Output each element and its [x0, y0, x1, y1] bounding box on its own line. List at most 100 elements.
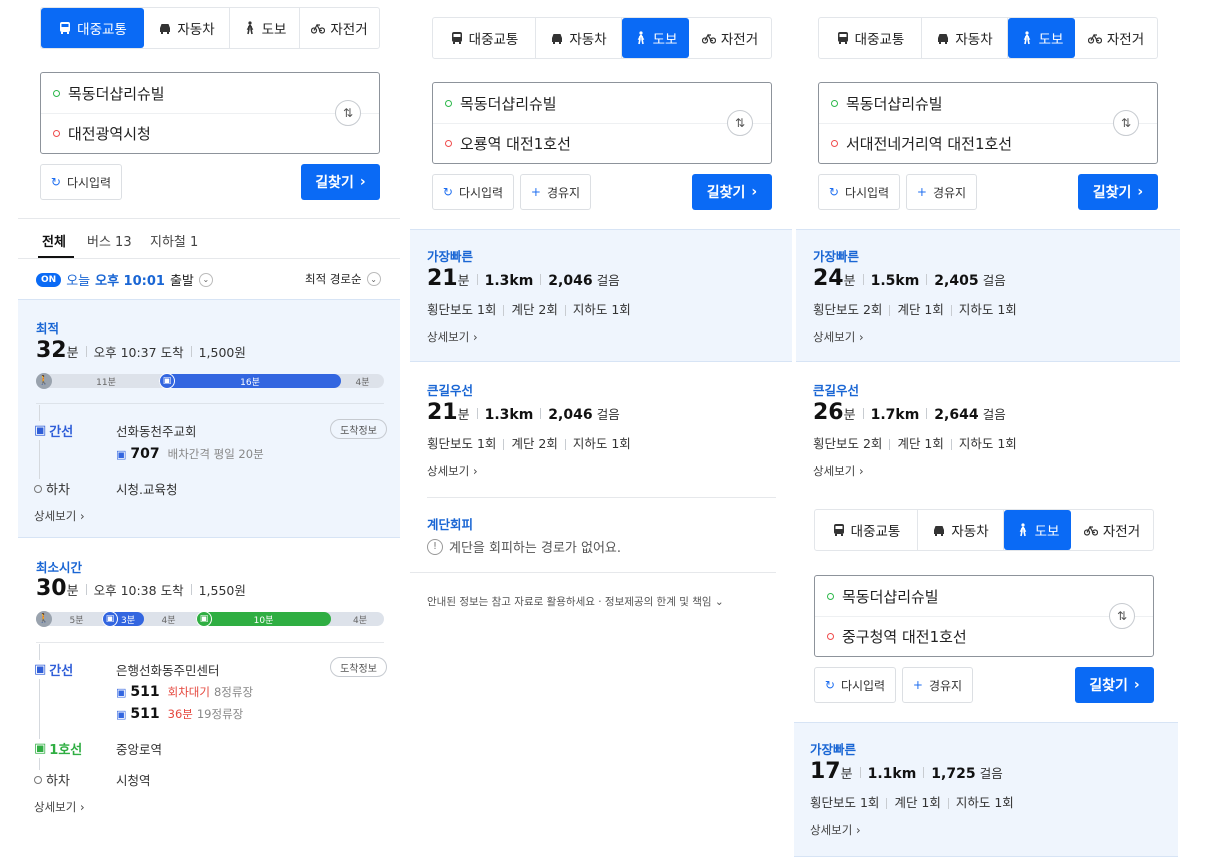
subway-stop: 중앙로역 — [116, 742, 163, 757]
reset-button[interactable]: ↻ 다시입력 — [814, 667, 896, 703]
details-link[interactable]: 상세보기 › — [810, 822, 861, 838]
on-badge: ON — [36, 272, 62, 287]
arrival-info-button[interactable]: 도착정보 — [330, 419, 387, 439]
bus-number-row[interactable]: ▣ 707 배차간격 평일 20분 — [116, 446, 264, 462]
sort-selector[interactable]: 최적 경로순 ⌄ — [305, 271, 381, 287]
tab-transit[interactable]: 대중교통 — [41, 8, 144, 48]
walk-icon: 🚶 — [36, 373, 52, 389]
origin-field[interactable]: 목동더샵리슈빌 — [819, 83, 1157, 123]
add-waypoint-button[interactable]: + 경유지 — [902, 667, 973, 703]
swap-icon[interactable]: ⇅ — [335, 100, 361, 126]
arrival-info-button[interactable]: 도착정보 — [330, 657, 387, 677]
route-label: 큰길우선 — [813, 383, 860, 398]
steps: 2,046 — [548, 407, 593, 423]
tab-walk-label: 도보 — [1034, 524, 1060, 540]
alight-label: 하차 — [34, 770, 70, 789]
details-link[interactable]: 상세보기 › — [813, 329, 864, 345]
tab-transit[interactable]: 대중교통 — [433, 18, 536, 58]
alight-label: 하차 — [34, 479, 70, 498]
bus-icon — [837, 32, 848, 44]
search-route-button[interactable]: 길찾기 › — [1078, 174, 1158, 210]
destination-field[interactable]: 대전광역시청 — [41, 113, 379, 153]
swap-icon[interactable]: ⇅ — [1109, 603, 1135, 629]
tab-walk-label: 도보 — [261, 22, 287, 38]
tab-transit-label: 대중교통 — [850, 524, 901, 540]
tab-walk[interactable]: 도보 — [622, 18, 689, 58]
plus-icon: + — [912, 678, 923, 692]
bus-number-row[interactable]: ▣ 511 36분 19정류장 — [116, 706, 243, 722]
bus-icon — [60, 22, 71, 34]
details-link[interactable]: 상세보기 › — [34, 508, 85, 524]
tab-car[interactable]: 자동차 — [536, 18, 622, 58]
tab-transit[interactable]: 대중교통 — [815, 510, 918, 550]
tab-walk[interactable]: 도보 — [1008, 18, 1075, 58]
details-link[interactable]: 상세보기 › — [427, 329, 478, 345]
tab-car[interactable]: 자동차 — [918, 510, 1004, 550]
segment-bus: 16분 — [159, 374, 341, 388]
boarding-stop: 은행선화동주민센터 — [116, 663, 220, 678]
tab-walk[interactable]: 도보 — [1004, 510, 1071, 550]
destination-field[interactable]: 오룡역 대전1호선 — [433, 123, 771, 163]
route-label: 가장빠른 — [427, 249, 474, 264]
route-summary: 17 분 1.1km 1,725 걸음 — [810, 759, 1003, 784]
search-route-button[interactable]: 길찾기 › — [692, 174, 772, 210]
origin-field[interactable]: 목동더샵리슈빌 — [433, 83, 771, 123]
alight-stop: 시청역 — [116, 773, 151, 788]
distance: 1.7km — [870, 407, 920, 423]
tab-transit-label: 대중교통 — [854, 32, 905, 48]
search-route-button[interactable]: 길찾기 › — [301, 164, 380, 200]
reset-button[interactable]: ↻ 다시입력 — [432, 174, 514, 210]
tab-car[interactable]: 자동차 — [922, 18, 1008, 58]
origin-dot-icon — [827, 592, 834, 600]
details-link[interactable]: 상세보기 › — [813, 463, 864, 479]
swap-icon[interactable]: ⇅ — [1113, 110, 1139, 136]
destination-text: 오룡역 대전1호선 — [460, 135, 571, 153]
tab-bike[interactable]: 자전거 — [689, 18, 771, 58]
walk-icon — [1019, 523, 1026, 537]
mode-tabs: 대중교통 자동차 도보 자전거 — [432, 17, 772, 59]
details-link[interactable]: 상세보기 › — [34, 799, 85, 815]
alight-circle-icon — [34, 484, 42, 493]
minute-unit: 분 — [843, 408, 856, 423]
bus-icon: ▣ — [34, 423, 47, 438]
walk-icon — [637, 31, 644, 45]
tab-bike[interactable]: 자전거 — [1075, 18, 1157, 58]
filter-bus[interactable]: 버스 13 — [87, 231, 132, 250]
route-summary: 21 분 1.3km 2,046 걸음 — [427, 266, 620, 291]
filter-subway[interactable]: 지하철 1 — [150, 231, 198, 250]
route-summary: 24 분 1.5km 2,405 걸음 — [813, 266, 1006, 291]
segment-walk: 5분 — [69, 615, 84, 626]
reset-button[interactable]: ↻ 다시입력 — [40, 164, 122, 200]
reset-label: 다시입력 — [66, 175, 112, 190]
steps-unit: 걸음 — [596, 273, 620, 288]
route-timeline-bar: 🚶 5분 3분 ▣ 4분 10분 ▣ 4분 — [36, 611, 384, 627]
divider — [36, 403, 384, 404]
bus-number-row[interactable]: ▣ 511 회차대기 8정류장 — [116, 684, 253, 700]
departure-time-selector[interactable]: ON 오늘 오후 10:01 출발 ⌄ — [36, 270, 213, 289]
destination-field[interactable]: 서대전네거리역 대전1호선 — [819, 123, 1157, 163]
search-route-button[interactable]: 길찾기 › — [1075, 667, 1154, 703]
origin-field[interactable]: 목동더샵리슈빌 — [815, 576, 1153, 616]
bike-icon — [701, 33, 716, 44]
route-label: 가장빠른 — [813, 249, 860, 264]
tab-bike[interactable]: 자전거 — [300, 8, 379, 48]
origin-field[interactable]: 목동더샵리슈빌 — [41, 73, 379, 113]
disclaimer-link[interactable]: 안내된 정보는 참고 자료로 활용하세요 · 정보제공의 한계 및 책임 ⌄ — [427, 594, 724, 609]
tab-walk[interactable]: 도보 — [230, 8, 300, 48]
add-waypoint-button[interactable]: + 경유지 — [520, 174, 591, 210]
tab-bike[interactable]: 자전거 — [1071, 510, 1153, 550]
filter-all[interactable]: 전체 — [42, 231, 66, 250]
swap-icon[interactable]: ⇅ — [727, 110, 753, 136]
reset-button[interactable]: ↻ 다시입력 — [818, 174, 900, 210]
chevron-down-icon: ⌄ — [366, 272, 381, 286]
bus-icon — [833, 524, 844, 536]
details-link[interactable]: 상세보기 › — [427, 463, 478, 479]
add-waypoint-button[interactable]: + 경유지 — [906, 174, 977, 210]
tab-car[interactable]: 자동차 — [144, 8, 230, 48]
chevron-down-icon: ⌄ — [198, 272, 213, 287]
destination-text: 서대전네거리역 대전1호선 — [846, 135, 1013, 153]
destination-field[interactable]: 중구청역 대전1호선 — [815, 616, 1153, 656]
bike-icon — [1083, 525, 1098, 536]
chevron-right-icon: › — [751, 184, 758, 200]
tab-transit[interactable]: 대중교통 — [819, 18, 922, 58]
